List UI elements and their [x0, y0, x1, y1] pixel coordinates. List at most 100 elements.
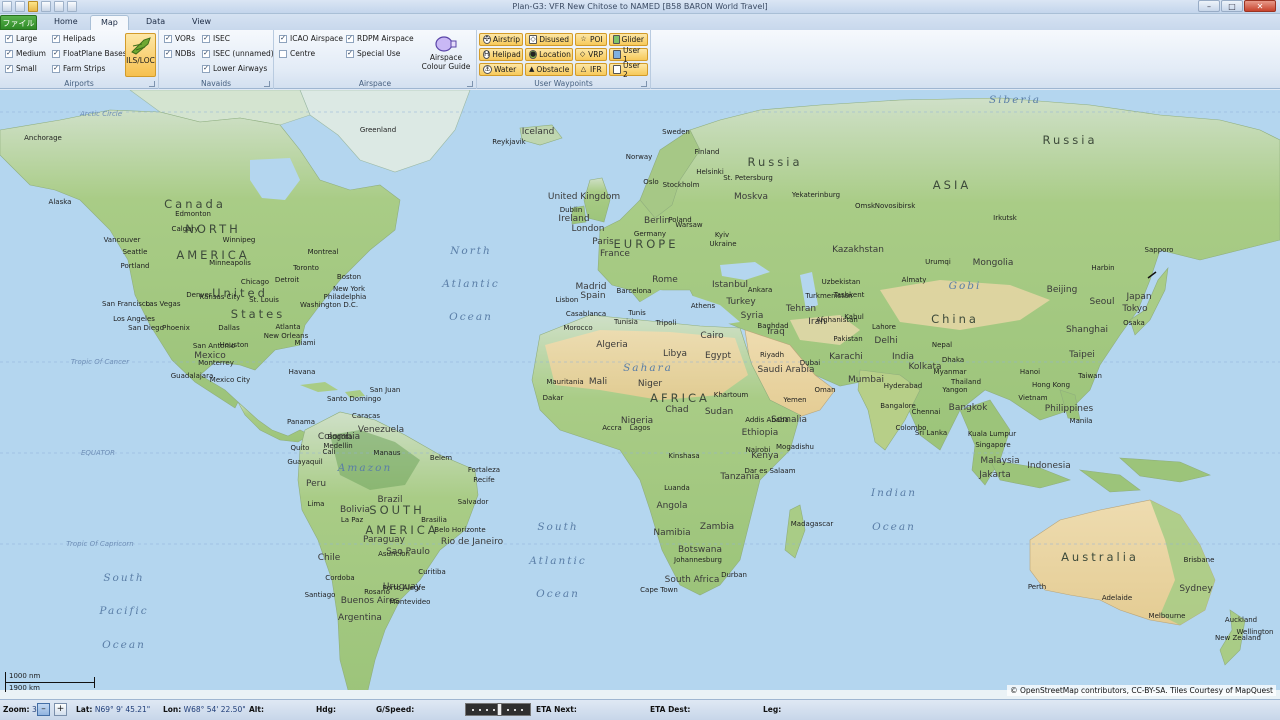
ndbs-checkbox[interactable]: ✓ NDBs	[164, 49, 195, 58]
special-use-checkbox[interactable]: ✓ Special Use	[346, 49, 400, 58]
city-label: Paris	[592, 237, 614, 247]
icao-airspace-checkbox[interactable]: ✓ ICAO Airspace	[279, 34, 343, 43]
obstacle-label: Obstacle	[536, 65, 570, 74]
map-label-south: SOUTH	[369, 503, 425, 517]
city-label: Dhaka	[941, 356, 965, 364]
country-label: Namibia	[653, 528, 691, 538]
time-slider[interactable]	[465, 703, 531, 716]
city-label: Yangon	[942, 386, 968, 394]
vrp-waypoint-button[interactable]: ◇ VRP	[575, 48, 607, 61]
airspace-group-label: Airspace	[358, 79, 392, 88]
obstacle-icon: ▲	[529, 65, 535, 73]
helipads-checkbox[interactable]: ✓ Helipads	[52, 34, 95, 43]
city-label: Detroit	[274, 276, 300, 284]
airspace-launcher-icon[interactable]	[467, 81, 473, 87]
airspace-colour-guide-button[interactable]: Airspace Colour Guide	[419, 35, 473, 71]
country-label: Vietnam	[1018, 394, 1048, 402]
large-airports-checkbox[interactable]: ✓ Large	[5, 34, 37, 43]
city-label: Kyiv	[714, 231, 730, 239]
poi-waypoint-button[interactable]: ☆ POI	[575, 33, 607, 46]
city-label: Perth	[1027, 583, 1047, 591]
zoom-label: Zoom: 3	[3, 705, 37, 714]
lower-airways-checkbox[interactable]: ✓ Lower Airways	[202, 64, 267, 73]
window-controls: – □ ✕	[1198, 0, 1276, 12]
vrp-icon: ◇	[579, 50, 586, 58]
water-waypoint-button[interactable]: ⚓ Water	[479, 63, 523, 76]
user1-waypoint-button[interactable]: User 1	[609, 46, 648, 64]
country-label: Mongolia	[972, 258, 1014, 268]
checkbox-box: ✓	[202, 64, 210, 73]
ifr-waypoint-button[interactable]: △ IFR	[575, 63, 607, 76]
heading-label: Hdg:	[316, 705, 336, 714]
city-label: Belem	[429, 454, 453, 462]
glider-waypoint-button[interactable]: Glider	[609, 33, 648, 46]
map-view[interactable]: Canada NORTH AMERICA United States SOUTH…	[0, 90, 1280, 699]
map-label-asia: ASIA	[932, 178, 972, 192]
location-waypoint-button[interactable]: ● Location	[525, 48, 573, 61]
isec-unnamed-checkbox[interactable]: ✓ ISEC (unnamed)	[202, 49, 274, 58]
maximize-button[interactable]: □	[1221, 0, 1243, 12]
helipad-waypoint-button[interactable]: H Helipad	[479, 48, 523, 61]
checkbox-box: ✓	[346, 49, 354, 58]
checkbox-box: ✓	[202, 34, 210, 43]
checkbox-box: ✓	[5, 34, 13, 43]
longitude-value: W68° 54' 22.50"	[183, 705, 246, 714]
slider-thumb[interactable]	[497, 703, 503, 716]
city-label: Bangkok	[948, 403, 988, 413]
small-airports-checkbox[interactable]: ✓ Small	[5, 64, 37, 73]
floatplane-checkbox[interactable]: ✓ FloatPlane Bases	[52, 49, 127, 58]
user2-waypoint-button[interactable]: User 2	[609, 61, 648, 79]
isec-checkbox[interactable]: ✓ ISEC	[202, 34, 230, 43]
farm-strips-checkbox[interactable]: ✓ Farm Strips	[52, 64, 105, 73]
city-label: Winnipeg	[222, 236, 256, 244]
country-label: Ukraine	[709, 240, 737, 248]
country-label: Indonesia	[1027, 461, 1071, 471]
zoom-out-button[interactable]: –	[37, 703, 50, 716]
country-label: Zambia	[699, 522, 735, 532]
medium-airports-checkbox[interactable]: ✓ Medium	[5, 49, 46, 58]
rdpm-airspace-checkbox[interactable]: ✓ RDPM Airspace	[346, 34, 414, 43]
city-label: Rome	[652, 275, 678, 285]
city-label: Delhi	[874, 336, 898, 346]
city-label: Khartoum	[713, 391, 749, 399]
checkbox-box: ✓	[164, 34, 172, 43]
user-waypoints-launcher-icon[interactable]	[641, 81, 647, 87]
airstrip-waypoint-button[interactable]: ✣ Airstrip	[479, 33, 523, 46]
zoom-in-button[interactable]: +	[54, 703, 67, 716]
checkbox-label: RDPM Airspace	[357, 34, 414, 43]
ils-loc-button[interactable]: ILS/LOC	[125, 33, 156, 77]
minimize-button[interactable]: –	[1198, 0, 1220, 12]
country-label: Botswana	[678, 545, 722, 555]
latitude-label: Lat:	[76, 705, 93, 714]
city-label: Philadelphia	[323, 293, 367, 301]
disused-waypoint-button[interactable]: ◇ Disused	[525, 33, 573, 46]
country-label: Egypt	[705, 351, 731, 361]
city-label: Washington D.C.	[299, 301, 359, 309]
map-label-siberia: Siberia	[988, 94, 1042, 106]
checkbox-box: ✓	[52, 49, 60, 58]
anchor-icon: ⚓	[483, 65, 492, 74]
airports-launcher-icon[interactable]	[149, 81, 155, 87]
centre-checkbox[interactable]: Centre	[279, 49, 315, 58]
navaids-launcher-icon[interactable]	[264, 81, 270, 87]
city-label: Hong Kong	[1031, 381, 1071, 389]
close-button[interactable]: ✕	[1244, 0, 1276, 12]
vors-checkbox[interactable]: ✓ VORs	[164, 34, 195, 43]
city-label: Cairo	[700, 331, 724, 341]
tab-view[interactable]: View	[182, 15, 221, 30]
tab-map[interactable]: Map	[90, 15, 129, 30]
obstacle-waypoint-button[interactable]: ▲ Obstacle	[525, 63, 573, 76]
city-label: Guadalajara	[170, 372, 214, 380]
city-label: Boston	[336, 273, 362, 281]
tab-data[interactable]: Data	[136, 15, 175, 30]
ocean-label-north: North	[450, 245, 492, 257]
country-label: Libya	[662, 349, 688, 359]
city-label: Hyderabad	[883, 382, 923, 390]
city-label: Havana	[288, 368, 316, 376]
tab-file[interactable]: ファイル	[0, 15, 37, 30]
city-label: Dallas	[218, 324, 240, 332]
tab-home[interactable]: Home	[44, 15, 88, 30]
eta-dest-label: ETA Dest:	[650, 705, 690, 714]
country-label: Chile	[317, 553, 341, 563]
map-note-equator: EQUATOR	[81, 449, 115, 457]
